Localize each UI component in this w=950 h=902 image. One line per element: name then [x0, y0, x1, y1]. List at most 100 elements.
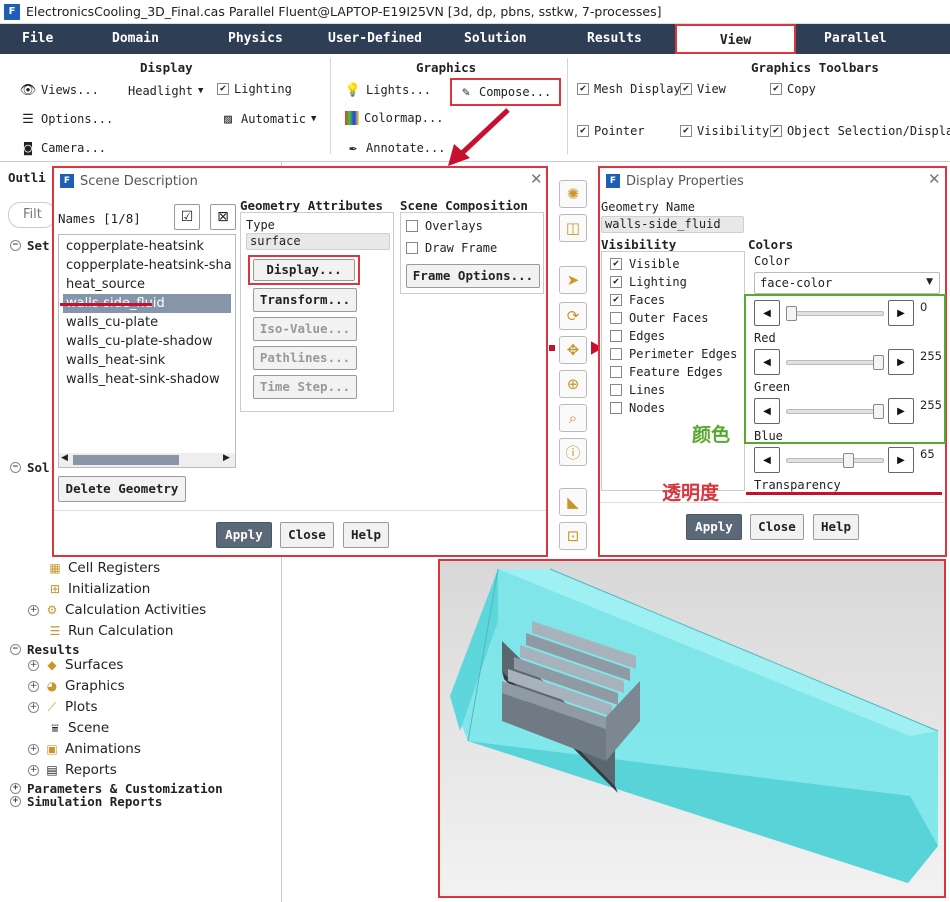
lighting-checkbox[interactable]: ✔ Lighting [217, 82, 292, 96]
bounds-icon[interactable]: ◣ [559, 488, 587, 516]
scene-help-button[interactable]: Help [343, 522, 389, 548]
automatic-dropdown[interactable]: ▨ Automatic ▼ [220, 111, 316, 127]
red-slider-track[interactable] [786, 311, 884, 316]
rotate-icon[interactable]: ⟳ [559, 302, 587, 330]
blue-slider-thumb[interactable] [873, 404, 884, 419]
frame-options-button[interactable]: Frame Options... [406, 264, 540, 288]
names-list-item[interactable]: walls_cu-plate-shadow [63, 332, 231, 351]
menu-solution[interactable]: Solution [464, 24, 527, 54]
green-increment-icon[interactable]: ▶ [888, 349, 914, 375]
horizontal-scrollbar[interactable]: ◀ ▶ [59, 453, 235, 467]
menu-user-defined[interactable]: User-Defined [328, 24, 422, 54]
collapse-icon[interactable]: − [10, 240, 21, 251]
visibility-checkbox[interactable]: ✔ Visible [610, 257, 680, 271]
tree-item-graphics[interactable]: + ◕ Graphics [28, 678, 125, 694]
names-list-item[interactable]: heat_source [63, 275, 231, 294]
names-list-item[interactable]: walls_heat-sink-shadow [63, 370, 231, 389]
names-list[interactable]: copperplate-heatsink copperplate-heatsink… [58, 234, 236, 468]
names-list-item[interactable]: walls_heat-sink [63, 351, 231, 370]
blue-increment-icon[interactable]: ▶ [888, 398, 914, 424]
scroll-right-icon[interactable]: ▶ [223, 453, 230, 463]
view-cube-icon[interactable]: ◫ [559, 214, 587, 242]
tree-item-calculation-activities[interactable]: + ⚙ Calculation Activities [28, 602, 206, 618]
visibility-toolbar-checkbox[interactable]: ✔ Visibility [680, 124, 769, 138]
menu-parallel[interactable]: Parallel [824, 24, 887, 54]
visibility-checkbox[interactable]: ✔ Lighting [610, 275, 687, 289]
collapse-icon[interactable]: − [10, 462, 21, 473]
graphics-viewport[interactable] [438, 559, 946, 898]
view-toolbar-checkbox[interactable]: ✔ View [680, 82, 726, 96]
zoom-box-icon[interactable]: ⊕ [559, 370, 587, 398]
select-all-icon[interactable]: ☑ [174, 204, 200, 230]
tree-item-initialization[interactable]: ⊞ Initialization [48, 581, 150, 597]
zoom-icon[interactable]: ⌕ [559, 404, 587, 432]
pointer-toolbar-checkbox[interactable]: ✔ Pointer [577, 124, 645, 138]
props-apply-button[interactable]: Apply [686, 514, 742, 540]
lights-button[interactable]: 💡 Lights... [345, 82, 431, 98]
visibility-checkbox[interactable]: Edges [610, 329, 665, 343]
color-select[interactable]: face-color ▼ [754, 272, 940, 294]
visibility-checkbox[interactable]: Perimeter Edges [610, 347, 737, 361]
tree-item-scene[interactable]: ⩸ Scene [48, 720, 109, 736]
copy-toolbar-checkbox[interactable]: ✔ Copy [770, 82, 816, 96]
expand-icon[interactable]: + [28, 701, 39, 713]
collapse-icon[interactable]: − [10, 644, 21, 655]
red-slider-thumb[interactable] [786, 306, 797, 321]
tree-item-run-calculation[interactable]: ☰ Run Calculation [48, 623, 174, 639]
visibility-checkbox[interactable]: ✔ Faces [610, 293, 665, 307]
green-slider-thumb[interactable] [873, 355, 884, 370]
scene-apply-button[interactable]: Apply [216, 522, 272, 548]
draw-frame-checkbox[interactable]: Draw Frame [406, 241, 497, 255]
visibility-checkbox[interactable]: Feature Edges [610, 365, 723, 379]
view-orient-icon[interactable]: ✺ [559, 180, 587, 208]
blue-decrement-icon[interactable]: ◀ [754, 398, 780, 424]
menu-physics[interactable]: Physics [228, 24, 283, 54]
names-list-item[interactable]: copperplate-heatsink [63, 237, 231, 256]
transform-button[interactable]: Transform... [253, 288, 357, 312]
expand-icon[interactable]: + [10, 796, 21, 807]
red-decrement-icon[interactable]: ◀ [754, 300, 780, 326]
green-decrement-icon[interactable]: ◀ [754, 349, 780, 375]
expand-icon[interactable]: + [28, 680, 39, 692]
solution-section[interactable]: − Sol [10, 460, 50, 475]
fit-icon[interactable]: ⊡ [559, 522, 587, 550]
expand-icon[interactable]: + [28, 764, 39, 776]
visibility-checkbox[interactable]: Nodes [610, 401, 665, 415]
scroll-left-icon[interactable]: ◀ [61, 453, 68, 463]
expand-icon[interactable]: + [28, 659, 39, 671]
tree-item-animations[interactable]: + ▣ Animations [28, 741, 141, 757]
scene-close-button[interactable]: Close [280, 522, 334, 548]
headlight-dropdown[interactable]: Headlight ▼ [128, 84, 203, 98]
simulation-reports-section[interactable]: + Simulation Reports [10, 794, 162, 809]
blue-slider-track[interactable] [786, 409, 884, 414]
tree-item-surfaces[interactable]: + ◆ Surfaces [28, 657, 123, 673]
menu-view[interactable]: View [675, 24, 796, 54]
props-help-button[interactable]: Help [813, 514, 859, 540]
expand-icon[interactable]: + [28, 743, 39, 755]
transparency-decrement-icon[interactable]: ◀ [754, 447, 780, 473]
mesh-display-checkbox[interactable]: ✔ Mesh Display [577, 82, 681, 96]
menu-file[interactable]: File [22, 24, 53, 54]
names-list-item[interactable]: walls_cu-plate [63, 313, 231, 332]
iso-value-button[interactable]: Iso-Value... [253, 317, 357, 341]
transparency-increment-icon[interactable]: ▶ [888, 447, 914, 473]
options-button[interactable]: ☰ Options... [20, 111, 113, 127]
transparency-slider-track[interactable] [786, 458, 884, 463]
filter-input[interactable]: Filt [8, 202, 56, 228]
views-button[interactable]: 👁 Views... [20, 82, 99, 98]
object-selection-toolbar-checkbox[interactable]: ✔ Object Selection/Display [770, 124, 950, 138]
tree-item-plots[interactable]: + ⟋ Plots [28, 699, 97, 715]
visibility-checkbox[interactable]: Lines [610, 383, 665, 397]
annotate-button[interactable]: ✒ Annotate... [345, 140, 445, 156]
time-step-button[interactable]: Time Step... [253, 375, 357, 399]
results-section[interactable]: − Results [10, 642, 80, 657]
overlays-checkbox[interactable]: Overlays [406, 219, 483, 233]
expand-icon[interactable]: + [28, 604, 39, 616]
colormap-button[interactable]: Colormap... [345, 111, 443, 125]
deselect-all-icon[interactable]: ⊠ [210, 204, 236, 230]
red-increment-icon[interactable]: ▶ [888, 300, 914, 326]
transparency-slider-thumb[interactable] [842, 453, 854, 468]
menu-results[interactable]: Results [587, 24, 642, 54]
close-icon[interactable]: ✕ [928, 170, 941, 188]
setup-section[interactable]: − Set [10, 238, 50, 253]
